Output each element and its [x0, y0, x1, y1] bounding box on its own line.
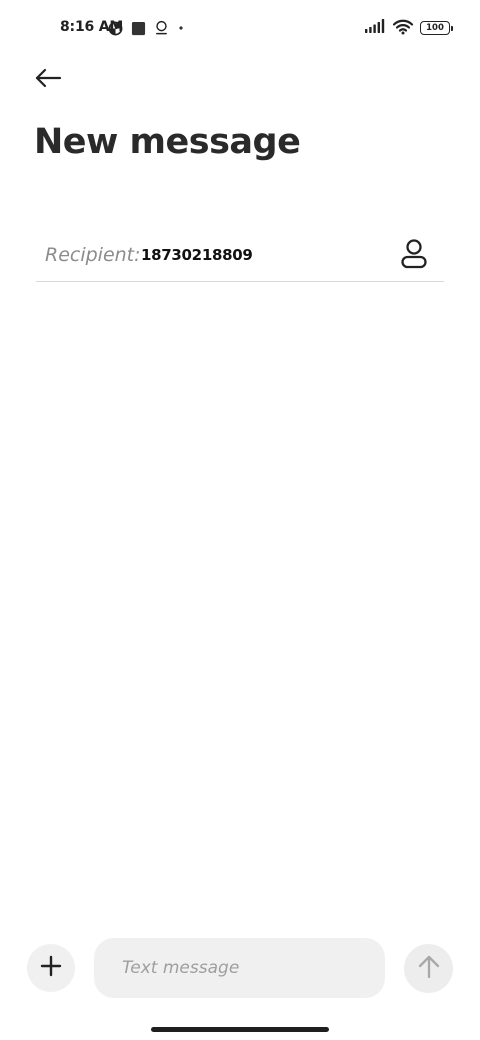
status-icons-left [108, 18, 185, 38]
status-icons-right: 100 [364, 17, 453, 39]
person-icon [399, 238, 429, 274]
recipient-label: Recipient: [45, 244, 141, 266]
arrow-left-icon [33, 67, 63, 93]
signal-icon [364, 18, 386, 38]
wifi-icon [392, 18, 414, 39]
message-input[interactable] [122, 954, 362, 982]
battery-icon: 100 [420, 21, 453, 35]
dot-icon [177, 24, 185, 32]
back-button[interactable] [28, 62, 68, 98]
message-box [94, 938, 385, 998]
location-pin-icon [154, 20, 169, 36]
home-indicator[interactable] [151, 1027, 329, 1032]
plus-icon [40, 955, 62, 981]
contact-picker-button[interactable] [396, 238, 432, 274]
square-notification-icon [131, 21, 146, 36]
battery-level: 100 [426, 23, 444, 33]
data-saver-icon [108, 21, 123, 36]
recipient-input[interactable] [141, 241, 381, 269]
page-title: New message [34, 122, 301, 162]
recipient-row: Recipient: [36, 232, 444, 282]
add-attachment-button[interactable] [27, 944, 75, 992]
send-button[interactable] [404, 944, 453, 993]
status-bar: 8:16 AM 100 [0, 0, 480, 56]
arrow-up-icon [417, 954, 441, 984]
